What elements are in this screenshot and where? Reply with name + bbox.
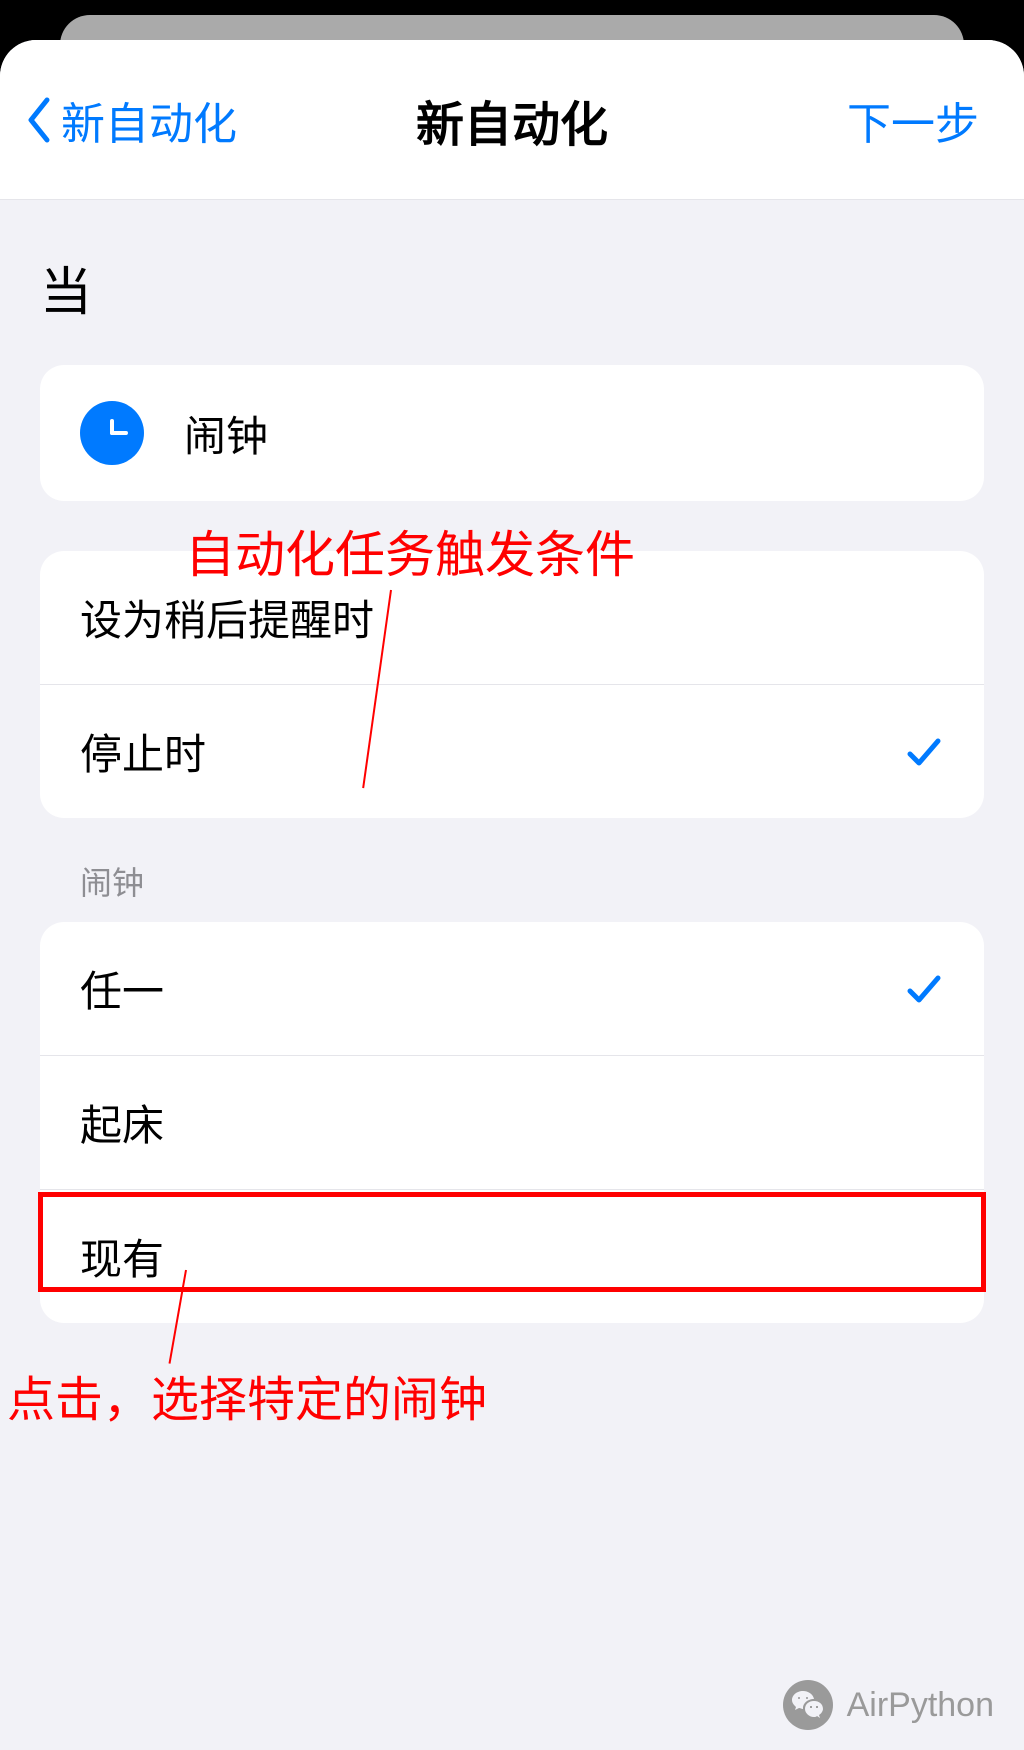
content-area: 当 闹钟 设为稍后提醒时 停止时 闹钟 任一 [0, 200, 1024, 1323]
back-label: 新自动化 [61, 88, 237, 152]
trigger-card: 闹钟 [40, 365, 984, 501]
alarm-label: 现有 [80, 1226, 164, 1287]
trigger-label: 闹钟 [184, 403, 268, 464]
alarm-option-any[interactable]: 任一 [40, 922, 984, 1055]
modal-sheet: 新自动化 新自动化 下一步 当 闹钟 设为稍后提醒时 停止时 闹钟 [0, 40, 1024, 1750]
watermark-text: AirPython [847, 1686, 994, 1725]
alarm-section-label: 闹钟 [40, 858, 984, 922]
condition-label: 设为稍后提醒时 [80, 587, 374, 648]
next-button[interactable]: 下一步 [739, 88, 999, 152]
condition-card: 设为稍后提醒时 停止时 [40, 551, 984, 818]
condition-label: 停止时 [80, 721, 206, 782]
checkmark-icon [904, 969, 944, 1009]
wechat-icon [783, 1680, 833, 1730]
alarm-option-existing[interactable]: 现有 [40, 1189, 984, 1323]
alarm-label: 任一 [80, 958, 164, 1019]
alarm-card: 任一 起床 现有 [40, 922, 984, 1323]
condition-option-stop[interactable]: 停止时 [40, 684, 984, 818]
section-heading: 当 [40, 200, 984, 365]
alarm-label: 起床 [80, 1092, 164, 1153]
back-button[interactable]: 新自动化 [25, 88, 285, 152]
annotation-top: 自动化任务触发条件 [185, 515, 635, 587]
watermark: AirPython [783, 1680, 994, 1730]
chevron-left-icon [25, 96, 53, 144]
nav-title: 新自动化 [285, 85, 739, 155]
alarm-option-wake[interactable]: 起床 [40, 1055, 984, 1189]
annotation-bottom: 点击，选择特定的闹钟 [7, 1360, 487, 1430]
clock-icon [80, 401, 144, 465]
checkmark-icon [904, 732, 944, 772]
trigger-row[interactable]: 闹钟 [40, 365, 984, 501]
nav-bar: 新自动化 新自动化 下一步 [0, 40, 1024, 200]
